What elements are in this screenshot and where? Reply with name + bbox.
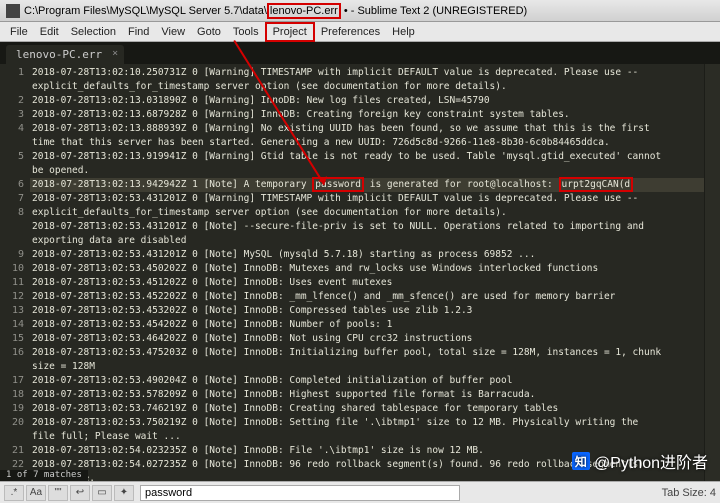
menu-project[interactable]: Project [265, 22, 315, 42]
code-line: 2018-07-28T13:02:53.431201Z 0 [Warning] … [30, 192, 704, 206]
watermark-text: @Python进阶者 [594, 449, 708, 473]
menu-preferences[interactable]: Preferences [315, 24, 386, 40]
word-icon[interactable]: "" [48, 485, 68, 501]
watermark: 知 @Python进阶者 [572, 449, 708, 473]
code-line: 2018-07-28T13:02:13.888939Z 0 [Warning] … [30, 122, 704, 136]
menu-bar: File Edit Selection Find View Goto Tools… [0, 22, 720, 42]
code-line: explicit_defaults_for_timestamp server o… [30, 206, 704, 220]
title-suffix: • - Sublime Text 2 (UNREGISTERED) [341, 5, 527, 17]
menu-edit[interactable]: Edit [34, 24, 65, 40]
code-line: 2018-07-28T13:02:53.454202Z 0 [Note] Inn… [30, 318, 704, 332]
menu-help[interactable]: Help [386, 24, 421, 40]
minimap[interactable] [704, 64, 720, 481]
title-prefix: C:\Program Files\MySQL\MySQL Server 5.7\… [24, 5, 267, 17]
code-line: 2018-07-28T13:02:53.452202Z 0 [Note] Inn… [30, 290, 704, 304]
match-count: 1 of 7 matches [0, 470, 88, 481]
menu-view[interactable]: View [155, 24, 191, 40]
code-line: 2018-07-28T13:02:53.475203Z 0 [Note] Inn… [30, 346, 704, 360]
code-line: 2018-07-28T13:02:53.750219Z 0 [Note] Inn… [30, 416, 704, 430]
code-line: 2018-07-28T13:02:53.451202Z 0 [Note] Inn… [30, 276, 704, 290]
regex-icon[interactable]: .* [4, 485, 24, 501]
code-line: 2018-07-28T13:02:53.746219Z 0 [Note] Inn… [30, 402, 704, 416]
code-line: be opened. [30, 164, 704, 178]
line-gutter: 1234567891011121314151617181920212223242… [0, 64, 30, 481]
code-line: 2018-07-28T13:02:53.431201Z 0 [Note] --s… [30, 220, 704, 234]
wrap-icon[interactable]: ↩ [70, 485, 90, 501]
app-icon [6, 4, 20, 18]
menu-goto[interactable]: Goto [191, 24, 227, 40]
code-line: are active. [30, 472, 704, 481]
search-input[interactable] [140, 485, 460, 501]
editor: 1234567891011121314151617181920212223242… [0, 64, 720, 481]
code-line: 2018-07-28T13:02:13.687928Z 0 [Warning] … [30, 108, 704, 122]
zhihu-icon: 知 [572, 452, 590, 470]
code-line: 2018-07-28T13:02:10.250731Z 0 [Warning] … [30, 66, 704, 80]
tab-size-label[interactable]: Tab Size: 4 [662, 487, 716, 499]
code-line: exporting data are disabled [30, 234, 704, 248]
code-line: 2018-07-28T13:02:53.431201Z 0 [Note] MyS… [30, 248, 704, 262]
menu-tools[interactable]: Tools [227, 24, 265, 40]
title-filename-boxed: lenovo-PC.err [267, 3, 341, 19]
menu-file[interactable]: File [4, 24, 34, 40]
tab-label: lenovo-PC.err [16, 48, 102, 61]
code-area[interactable]: 2018-07-28T13:02:10.250731Z 0 [Warning] … [30, 64, 704, 481]
code-line: time that this server has been started. … [30, 136, 704, 150]
code-line: 2018-07-28T13:02:53.490204Z 0 [Note] Inn… [30, 374, 704, 388]
menu-find[interactable]: Find [122, 24, 155, 40]
title-bar: C:\Program Files\MySQL\MySQL Server 5.7\… [0, 0, 720, 22]
code-line: 2018-07-28T13:02:53.453202Z 0 [Note] Inn… [30, 304, 704, 318]
code-line: 2018-07-28T13:02:53.464202Z 0 [Note] Inn… [30, 332, 704, 346]
in-selection-icon[interactable]: ▭ [92, 485, 112, 501]
code-line: 2018-07-28T13:02:13.919941Z 0 [Warning] … [30, 150, 704, 164]
code-line: 2018-07-28T13:02:13.942942Z 1 [Note] A t… [30, 178, 704, 192]
code-line: 2018-07-28T13:02:13.031890Z 0 [Warning] … [30, 94, 704, 108]
tab-active[interactable]: lenovo-PC.err × [6, 45, 124, 64]
close-icon[interactable]: × [112, 48, 118, 59]
code-line: explicit_defaults_for_timestamp server o… [30, 80, 704, 94]
tab-bar: lenovo-PC.err × [0, 42, 720, 64]
status-bar: .* Aa "" ↩ ▭ ✦ Tab Size: 4 [0, 481, 720, 503]
highlight-icon[interactable]: ✦ [114, 485, 134, 501]
code-line: size = 128M [30, 360, 704, 374]
code-line: 2018-07-28T13:02:53.578209Z 0 [Note] Inn… [30, 388, 704, 402]
code-line: 2018-07-28T13:02:53.450202Z 0 [Note] Inn… [30, 262, 704, 276]
code-line: file full; Please wait ... [30, 430, 704, 444]
menu-selection[interactable]: Selection [65, 24, 122, 40]
password-value-box: urpt2gqCAN(d [559, 177, 634, 192]
case-icon[interactable]: Aa [26, 485, 46, 501]
